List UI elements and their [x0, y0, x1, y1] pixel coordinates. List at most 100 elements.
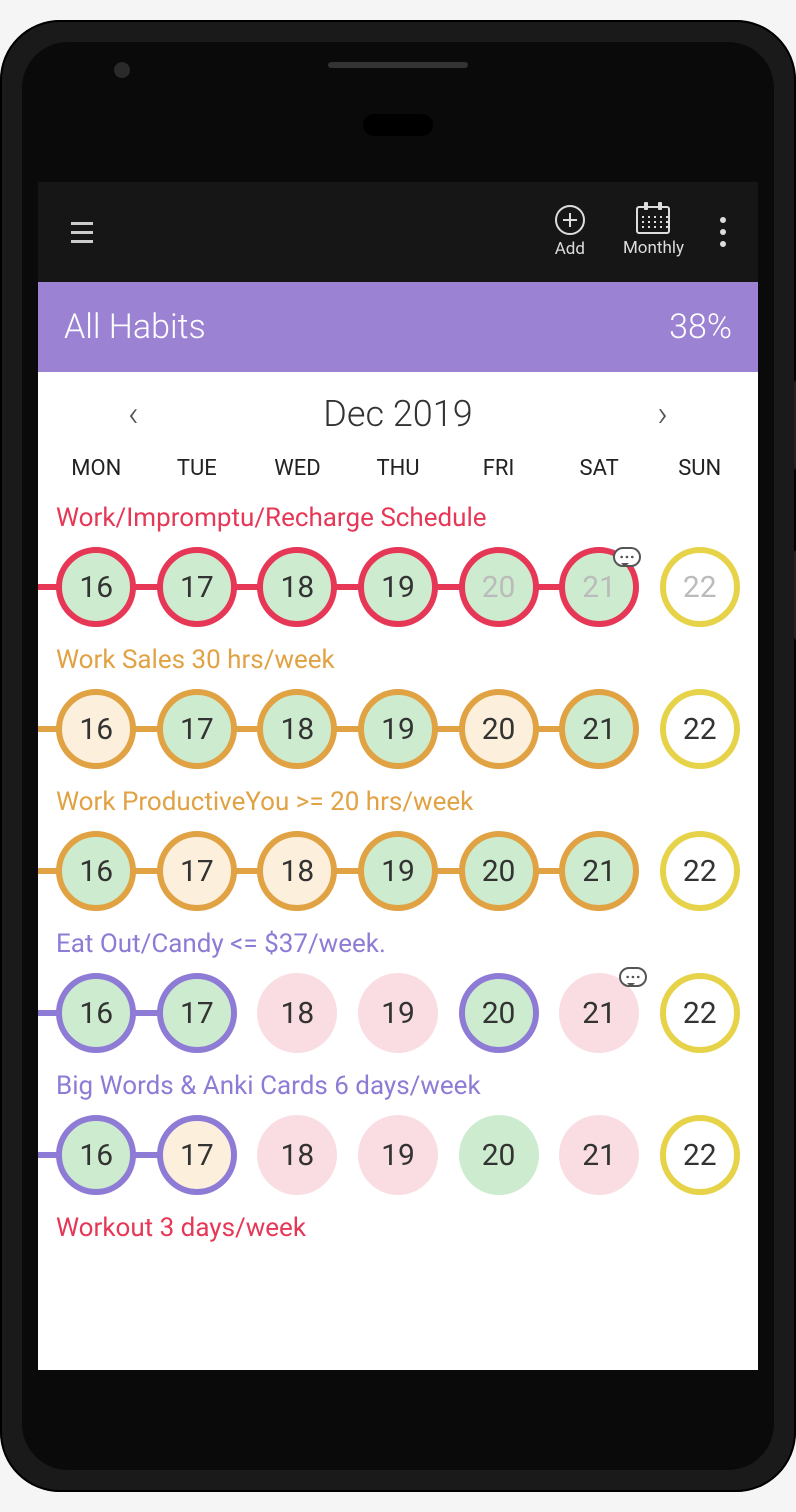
day-circle[interactable]: 22 [660, 689, 740, 769]
day-circle[interactable]: 16 [56, 689, 136, 769]
days-grid: 16 1718 19 2021 22 [46, 541, 750, 633]
day-circle[interactable]: 22 [660, 547, 740, 627]
habit-title[interactable]: Eat Out/Candy <= $37/week. [38, 927, 758, 967]
day-cell: 19 [348, 967, 449, 1059]
day-circle[interactable]: 16 [56, 973, 136, 1053]
screen: Add Monthly All Habits 38% ‹ Dec 2019 › [38, 182, 758, 1370]
habit-title[interactable]: Work ProductiveYou >= 20 hrs/week [38, 785, 758, 825]
add-icon [555, 205, 585, 235]
day-circle[interactable]: 20 [459, 689, 539, 769]
note-icon[interactable] [619, 967, 647, 987]
day-circle[interactable]: 22 [660, 831, 740, 911]
day-circle[interactable]: 21 [559, 831, 639, 911]
day-circle[interactable]: 20 [459, 973, 539, 1053]
month-navigation: ‹ Dec 2019 › [38, 372, 758, 456]
day-cell: 20 [448, 541, 549, 633]
day-circle[interactable]: 18 [257, 547, 337, 627]
day-circle[interactable]: 20 [459, 831, 539, 911]
habits-list[interactable]: Work/Impromptu/Recharge Schedule16171819… [38, 491, 758, 1351]
day-cell: 18 [247, 967, 348, 1059]
menu-button[interactable] [62, 212, 102, 252]
prev-month-button[interactable]: ‹ [128, 393, 139, 435]
day-cell: 22 [649, 967, 750, 1059]
day-circle[interactable]: 19 [358, 547, 438, 627]
habit-title[interactable]: Work Sales 30 hrs/week [38, 643, 758, 683]
habit-block: Eat Out/Candy <= $37/week. 16 1718 19 2021 22 [38, 921, 758, 1063]
add-label: Add [555, 239, 585, 259]
habit-days-row: 16 1718 19 2021 22 [38, 1109, 758, 1201]
day-circle[interactable]: 17 [157, 831, 237, 911]
day-cell: 16 [46, 683, 147, 775]
habit-title[interactable]: Workout 3 days/week [38, 1211, 758, 1251]
monthly-button[interactable]: Monthly [609, 206, 698, 258]
day-circle[interactable]: 19 [358, 831, 438, 911]
day-circle[interactable]: 21 [559, 973, 639, 1053]
summary-percent: 38% [669, 307, 732, 347]
weekday: SUN [649, 456, 750, 481]
add-button[interactable]: Add [541, 205, 599, 259]
habit-title[interactable]: Big Words & Anki Cards 6 days/week [38, 1069, 758, 1109]
day-circle[interactable]: 20 [459, 547, 539, 627]
habit-days-row: 16 1718 19 2021 22 [38, 825, 758, 917]
day-circle[interactable]: 17 [157, 973, 237, 1053]
habit-days-row [38, 1251, 758, 1343]
day-cell: 18 [247, 683, 348, 775]
app-bar: Add Monthly [38, 182, 758, 282]
day-cell: 18 [247, 541, 348, 633]
day-cell: 17 [147, 825, 248, 917]
day-circle[interactable]: 21 [559, 689, 639, 769]
day-circle[interactable]: 20 [459, 1115, 539, 1195]
day-circle[interactable]: 22 [660, 1115, 740, 1195]
habit-block: Work/Impromptu/Recharge Schedule 16 1718 19… [38, 495, 758, 637]
day-cell: 16 [46, 967, 147, 1059]
weekday: FRI [448, 456, 549, 481]
day-cell: 19 [348, 541, 449, 633]
day-circle[interactable]: 18 [257, 973, 337, 1053]
month-title: Dec 2019 [323, 393, 472, 435]
day-circle[interactable]: 19 [358, 973, 438, 1053]
next-month-button[interactable]: › [657, 393, 668, 435]
overflow-button[interactable] [708, 217, 738, 247]
day-circle[interactable]: 19 [358, 1115, 438, 1195]
day-cell: 17 [147, 1109, 248, 1201]
day-circle[interactable]: 21 [559, 1115, 639, 1195]
day-cell: 21 [549, 825, 650, 917]
day-cell: 20 [448, 683, 549, 775]
day-circle[interactable]: 16 [56, 831, 136, 911]
day-circle[interactable]: 22 [660, 973, 740, 1053]
day-circle[interactable]: 19 [358, 689, 438, 769]
habit-days-row: 16 1718 19 2021 22 [38, 967, 758, 1059]
day-circle[interactable]: 16 [56, 547, 136, 627]
summary-bar[interactable]: All Habits 38% [38, 282, 758, 372]
day-circle[interactable]: 17 [157, 1115, 237, 1195]
day-circle[interactable]: 17 [157, 689, 237, 769]
day-circle[interactable]: 16 [56, 1115, 136, 1195]
habit-days-row: 16 1718 19 2021 22 [38, 541, 758, 633]
day-cell: 21 [549, 541, 650, 633]
habit-title[interactable]: Work/Impromptu/Recharge Schedule [38, 501, 758, 541]
weekday: TUE [147, 456, 248, 481]
calendar-icon [636, 206, 670, 234]
habit-block: Work ProductiveYou >= 20 hrs/week1617181… [38, 779, 758, 921]
days-grid: 16 1718 19 2021 22 [46, 683, 750, 775]
monthly-label: Monthly [623, 238, 684, 258]
note-icon[interactable] [613, 547, 641, 567]
day-circle[interactable]: 21 [559, 547, 639, 627]
habit-days-row: 16 1718 19 2021 22 [38, 683, 758, 775]
day-cell: 16 [46, 825, 147, 917]
day-cell: 18 [247, 1109, 348, 1201]
day-circle[interactable]: 18 [257, 831, 337, 911]
day-circle[interactable]: 18 [257, 1115, 337, 1195]
day-circle[interactable]: 17 [157, 547, 237, 627]
day-circle[interactable]: 18 [257, 689, 337, 769]
day-cell: 17 [147, 967, 248, 1059]
speaker-slit [328, 62, 468, 68]
day-cell: 21 [549, 1109, 650, 1201]
day-cell: 17 [147, 541, 248, 633]
days-grid: 16 1718 19 2021 22 [46, 1109, 750, 1201]
habit-block: Work Sales 30 hrs/week 16 1718 19 2021 22 [38, 637, 758, 779]
weekday: THU [348, 456, 449, 481]
habit-block: Big Words & Anki Cards 6 days/week 16 1718… [38, 1063, 758, 1205]
weekday-header: MON TUE WED THU FRI SAT SUN [38, 456, 758, 491]
day-cell: 16 [46, 541, 147, 633]
